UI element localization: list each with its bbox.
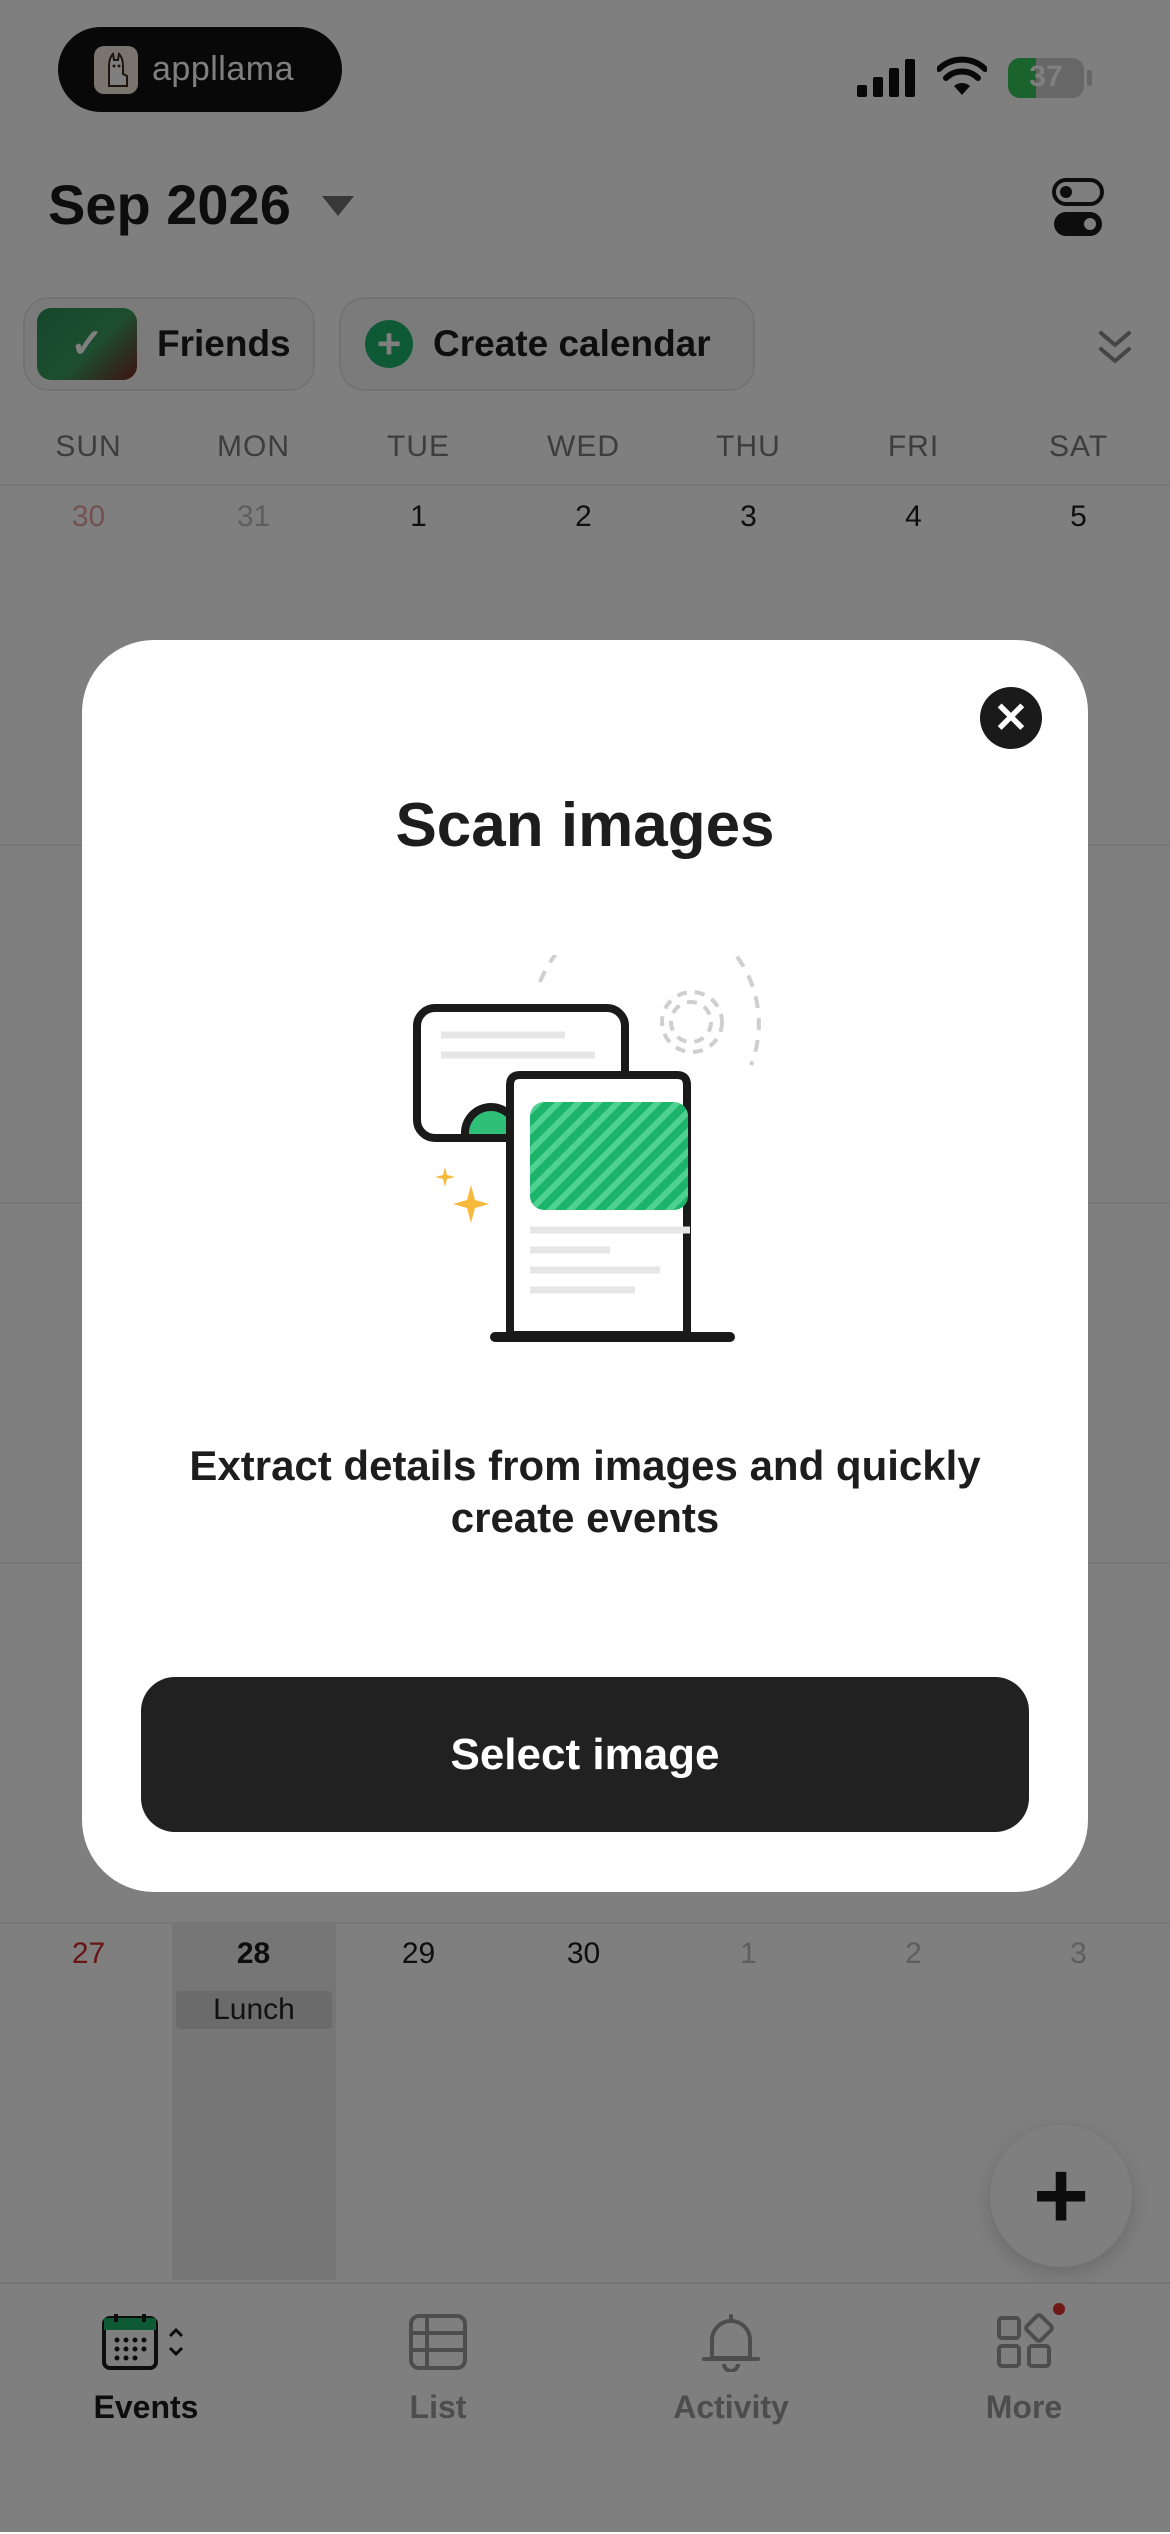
select-image-button[interactable]: Select image — [141, 1677, 1029, 1832]
modal-description: Extract details from images and quickly … — [189, 1442, 981, 1541]
close-icon: ✕ — [993, 694, 1029, 741]
modal-title: Scan images — [395, 791, 775, 860]
scan-document-illustration — [413, 955, 761, 1342]
close-button[interactable]: ✕ — [980, 687, 1042, 749]
